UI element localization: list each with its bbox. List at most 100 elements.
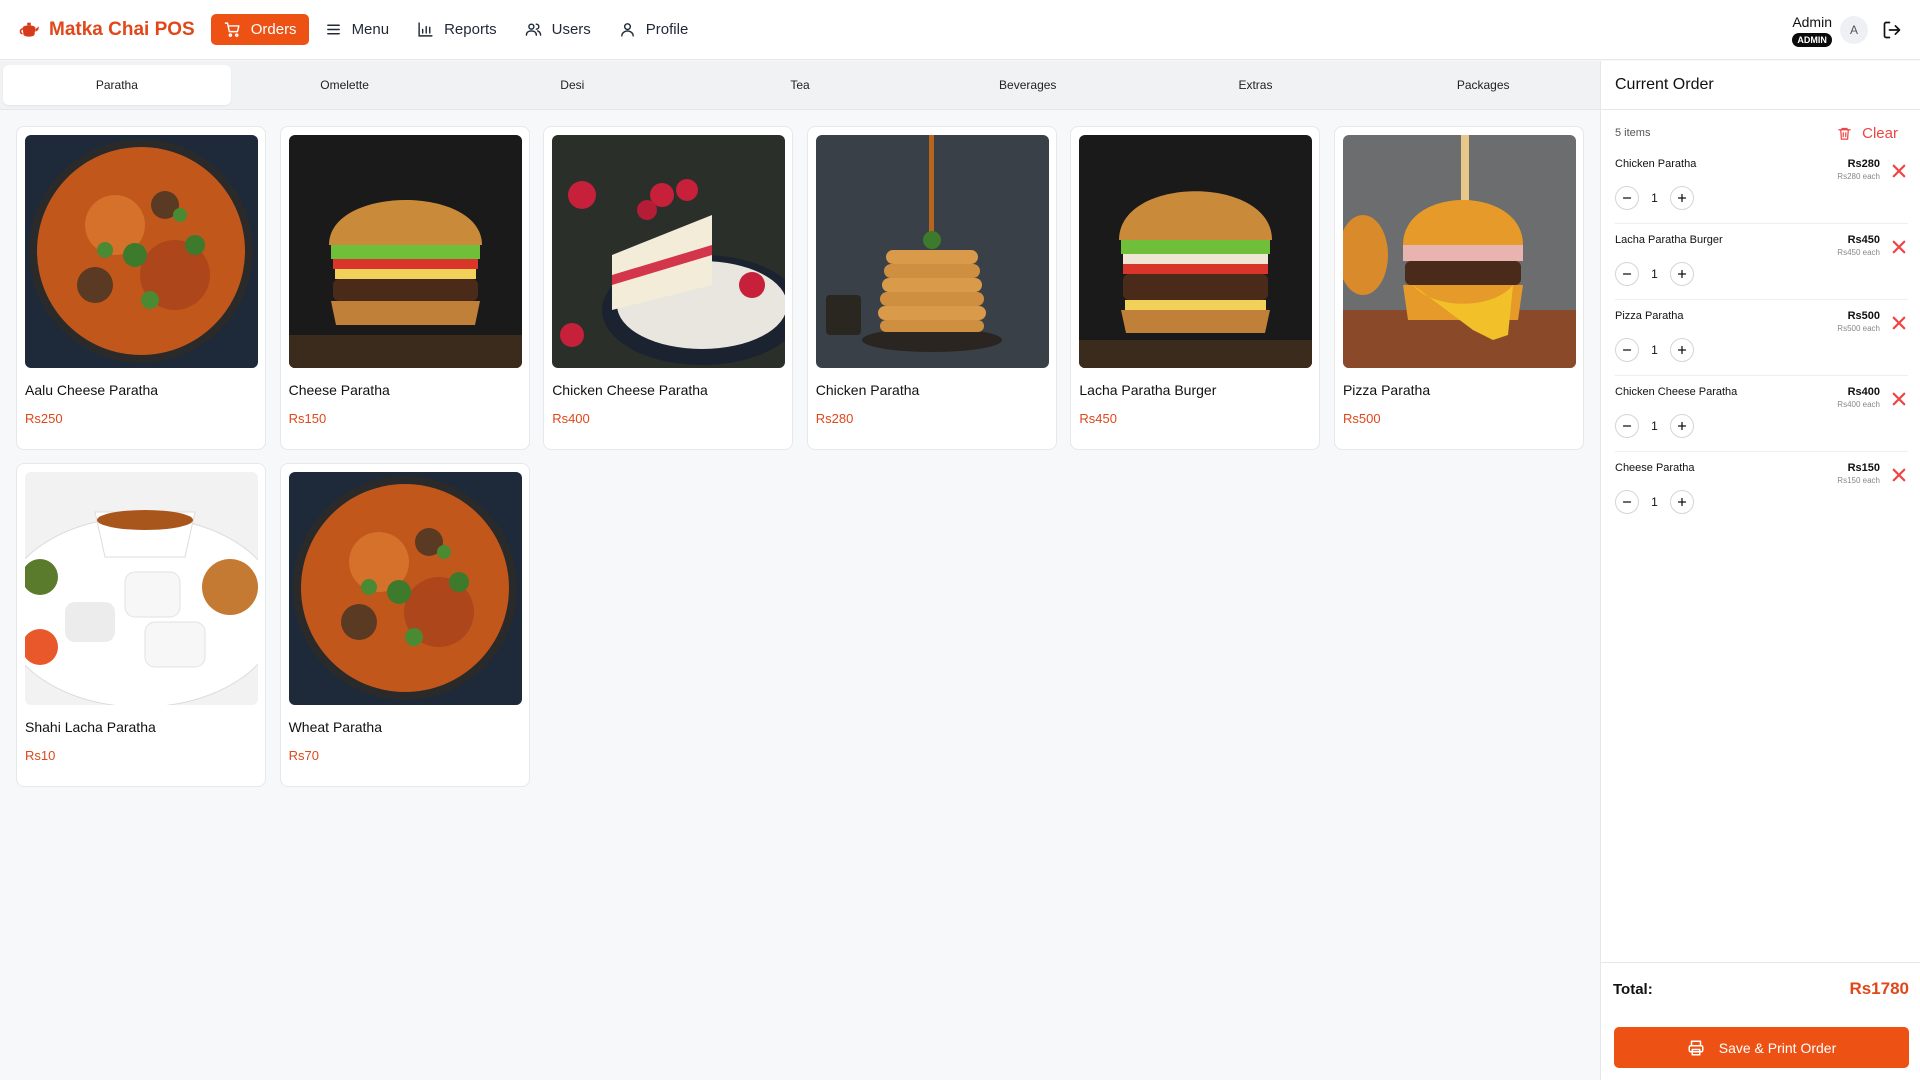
product-price: Rs280 [815, 411, 854, 426]
product-image [1079, 135, 1313, 368]
decrease-button[interactable] [1615, 186, 1639, 210]
plus-icon [1677, 421, 1687, 431]
order-item-each: Rs400 each [1837, 400, 1880, 409]
product-card[interactable]: Aalu Cheese Paratha Rs250 [16, 126, 266, 450]
product-card[interactable]: Wheat Paratha Rs70 [279, 463, 530, 787]
decrease-button[interactable] [1615, 414, 1639, 438]
product-image [288, 135, 522, 368]
quantity-value: 1 [1651, 267, 1658, 281]
order-panel: Current Order 5 items Clear Chicken Para… [1600, 61, 1920, 1080]
product-name: Pizza Paratha [1342, 382, 1431, 398]
nav-menu[interactable]: Menu [313, 14, 402, 45]
nav-menu-label: Menu [351, 21, 390, 38]
increase-button[interactable] [1670, 490, 1694, 514]
decrease-button[interactable] [1615, 338, 1639, 362]
order-item-price: Rs400 [1847, 386, 1880, 398]
remove-item-icon[interactable] [1890, 390, 1908, 408]
order-item-name: Chicken Cheese Paratha [1615, 386, 1738, 398]
printer-icon [1688, 1040, 1704, 1055]
product-image [25, 472, 258, 705]
nav-orders-label: Orders [250, 21, 297, 38]
avatar[interactable]: A [1840, 16, 1868, 44]
trash-icon [1838, 127, 1851, 140]
product-image [1342, 135, 1576, 368]
tab-omelette[interactable]: Omelette [231, 65, 459, 105]
plus-icon [1677, 497, 1687, 507]
order-item-name: Lacha Paratha Burger [1615, 234, 1723, 246]
order-item-name: Pizza Paratha [1615, 310, 1684, 322]
order-items: Chicken Paratha Rs280 Rs280 each 1 Lacha… [1601, 148, 1920, 528]
product-image [25, 135, 258, 368]
nav-profile[interactable]: Profile [607, 14, 701, 45]
product-name: Aalu Cheese Paratha [25, 382, 159, 398]
logout-icon[interactable] [1882, 20, 1902, 40]
tab-paratha[interactable]: Paratha [3, 65, 231, 105]
user-icon [620, 23, 634, 37]
role-badge: ADMIN [1792, 32, 1832, 47]
quantity-value: 1 [1651, 419, 1658, 433]
nav-users[interactable]: Users [513, 14, 603, 45]
order-item: Lacha Paratha Burger Rs450 Rs450 each 1 [1615, 224, 1908, 300]
total-row: Total: Rs1780 [1601, 977, 1920, 1001]
product-name: Lacha Paratha Burger [1079, 382, 1217, 398]
order-item-name: Chicken Paratha [1615, 158, 1697, 170]
category-tabs: Paratha Omelette Desi Tea Beverages Extr… [0, 61, 1600, 110]
increase-button[interactable] [1670, 262, 1694, 286]
tab-packages[interactable]: Packages [1369, 65, 1597, 105]
bar-chart-icon [418, 22, 433, 37]
product-card[interactable]: Chicken Cheese Paratha Rs400 [543, 126, 794, 450]
product-card[interactable]: Shahi Lacha Paratha Rs10 [16, 463, 266, 787]
product-grid: Aalu Cheese Paratha Rs250 Cheese Paratha… [16, 126, 1584, 787]
quantity-value: 1 [1651, 495, 1658, 509]
plus-icon [1677, 345, 1687, 355]
brand[interactable]: Matka Chai POS [18, 19, 195, 41]
tab-beverages[interactable]: Beverages [914, 65, 1142, 105]
increase-button[interactable] [1670, 338, 1694, 362]
quantity-stepper: 1 [1615, 186, 1694, 210]
product-name: Shahi Lacha Paratha [25, 719, 156, 735]
clear-label: Clear [1862, 124, 1898, 142]
decrease-button[interactable] [1615, 262, 1639, 286]
product-price: Rs500 [1342, 411, 1381, 426]
increase-button[interactable] [1670, 414, 1694, 438]
product-price: Rs250 [25, 411, 63, 426]
product-image [288, 472, 522, 705]
product-card[interactable]: Chicken Paratha Rs280 [806, 126, 1057, 450]
remove-item-icon[interactable] [1890, 314, 1908, 332]
remove-item-icon[interactable] [1890, 466, 1908, 484]
nav-reports[interactable]: Reports [405, 14, 509, 45]
save-print-button[interactable]: Save & Print Order [1614, 1027, 1909, 1068]
order-footer: Total: Rs1780 Save & Print Order [1601, 962, 1920, 1080]
user-info: Admin ADMIN [1792, 14, 1832, 47]
product-name: Chicken Cheese Paratha [552, 382, 708, 398]
total-label: Total: [1613, 980, 1653, 998]
clear-button[interactable]: Clear [1837, 125, 1898, 142]
user-area: Admin ADMIN A [1792, 0, 1920, 60]
remove-item-icon[interactable] [1890, 238, 1908, 256]
minus-icon [1622, 273, 1632, 275]
minus-icon [1622, 501, 1632, 503]
decrease-button[interactable] [1615, 490, 1639, 514]
product-image [552, 135, 786, 368]
product-name: Wheat Paratha [288, 719, 382, 735]
increase-button[interactable] [1670, 186, 1694, 210]
order-header: Current Order [1601, 61, 1920, 110]
order-meta: 5 items Clear [1601, 123, 1920, 143]
product-card[interactable]: Cheese Paratha Rs150 [279, 126, 530, 450]
product-card[interactable]: Pizza Paratha Rs500 [1333, 126, 1584, 450]
plus-icon [1677, 193, 1687, 203]
quantity-stepper: 1 [1615, 490, 1694, 514]
order-item: Chicken Paratha Rs280 Rs280 each 1 [1615, 148, 1908, 224]
order-item-price: Rs150 [1847, 462, 1880, 474]
tab-tea[interactable]: Tea [686, 65, 914, 105]
nav-orders[interactable]: Orders [210, 14, 309, 45]
product-card[interactable]: Lacha Paratha Burger Rs450 [1070, 126, 1321, 450]
order-item: Chicken Cheese Paratha Rs400 Rs400 each … [1615, 376, 1908, 452]
nav-users-label: Users [551, 21, 591, 38]
product-price: Rs70 [288, 748, 319, 763]
nav-reports-label: Reports [444, 21, 497, 38]
tab-desi[interactable]: Desi [458, 65, 686, 105]
quantity-stepper: 1 [1615, 414, 1694, 438]
tab-extras[interactable]: Extras [1142, 65, 1370, 105]
remove-item-icon[interactable] [1890, 162, 1908, 180]
